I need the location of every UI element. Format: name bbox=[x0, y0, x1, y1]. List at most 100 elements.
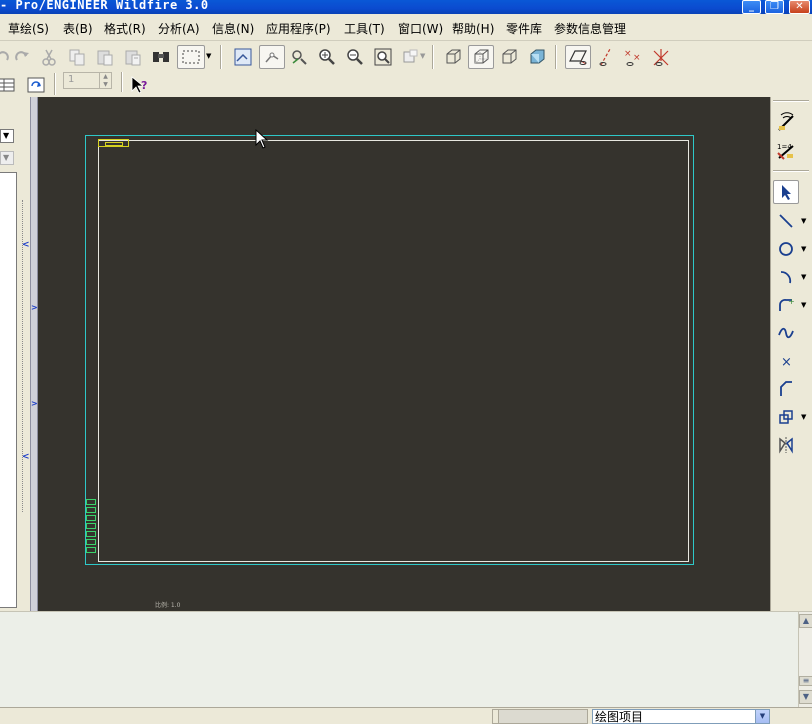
graphics-window[interactable]: 比例: 1.0 bbox=[38, 97, 770, 611]
scroll-thumb[interactable]: ≡ bbox=[799, 676, 812, 686]
cut-icon[interactable] bbox=[37, 45, 61, 69]
datum-points-icon[interactable]: × × bbox=[621, 45, 645, 69]
minimize-button[interactable]: _ bbox=[742, 0, 761, 14]
menu-help[interactable]: 帮助(H) bbox=[452, 20, 494, 37]
sheet-number-spinner[interactable]: 1 ▲ ▼ bbox=[63, 72, 112, 89]
separator bbox=[54, 73, 56, 95]
offset-edge-icon[interactable] bbox=[773, 405, 799, 429]
svg-text:+: + bbox=[788, 297, 795, 306]
sketch-toolbar: 1=4 ▼ ▼ ▼ + ▼ × ▼ bbox=[770, 97, 812, 611]
refit-icon[interactable] bbox=[371, 45, 395, 69]
mouse-cursor-icon bbox=[255, 128, 269, 152]
table-icon[interactable] bbox=[0, 73, 18, 97]
scale-label: 比例: 1.0 bbox=[155, 602, 181, 609]
select-arrow-icon[interactable] bbox=[773, 180, 799, 204]
message-area: ▲ ≡ ▼ bbox=[0, 611, 812, 708]
expand-arrow-icon[interactable]: > bbox=[31, 303, 38, 312]
copy-icon[interactable] bbox=[65, 45, 89, 69]
menu-analysis[interactable]: 分析(A) bbox=[158, 20, 200, 37]
collapse-arrow-icon[interactable]: < bbox=[22, 452, 30, 462]
arc-icon[interactable] bbox=[773, 265, 799, 289]
expand-arrow-icon[interactable]: > bbox=[31, 399, 38, 408]
line-dropdown-icon[interactable]: ▼ bbox=[801, 217, 806, 225]
collapse-arrow-icon[interactable]: < bbox=[22, 240, 30, 250]
model-tree[interactable] bbox=[0, 172, 17, 608]
spin-center-icon[interactable] bbox=[259, 45, 285, 69]
menu-window[interactable]: 窗口(W) bbox=[398, 20, 443, 37]
status-pane bbox=[498, 709, 588, 724]
point-icon[interactable]: × bbox=[773, 349, 799, 373]
chamfer-icon[interactable] bbox=[773, 377, 799, 401]
fillet-dropdown-icon[interactable]: ▼ bbox=[801, 301, 806, 309]
close-button[interactable]: ✕ bbox=[789, 0, 810, 14]
svg-text:×: × bbox=[781, 355, 792, 370]
menu-parameter-info[interactable]: 参数信息管理 bbox=[554, 20, 626, 37]
zoom-out-icon[interactable] bbox=[343, 45, 367, 69]
offset-dropdown-icon[interactable]: ▼ bbox=[801, 413, 806, 421]
zoom-in-icon[interactable] bbox=[315, 45, 339, 69]
spline-icon[interactable] bbox=[773, 321, 799, 345]
paste-icon[interactable] bbox=[93, 45, 117, 69]
select-box-icon[interactable] bbox=[177, 45, 205, 69]
saved-views-dropdown-icon[interactable]: ▼ bbox=[420, 52, 425, 60]
fillet-icon[interactable]: + bbox=[773, 293, 799, 317]
navigator-filter-dropdown[interactable]: ▼ bbox=[0, 151, 14, 165]
wireframe-icon[interactable] bbox=[441, 45, 465, 69]
arc-dropdown-icon[interactable]: ▼ bbox=[801, 273, 806, 281]
window-title: - Pro/ENGINEER Wildfire 3.0 bbox=[0, 0, 209, 12]
menu-info[interactable]: 信息(N) bbox=[212, 20, 254, 37]
line-icon[interactable] bbox=[773, 209, 799, 233]
update-table-icon[interactable] bbox=[24, 73, 48, 97]
navigator-splitter[interactable]: > > bbox=[30, 97, 38, 611]
sheet-tag bbox=[98, 139, 129, 147]
menu-bar: 草绘(S) 表(B) 格式(R) 分析(A) 信息(N) 应用程序(P) 工具(… bbox=[0, 14, 812, 41]
separator bbox=[432, 45, 434, 69]
find-icon[interactable] bbox=[149, 45, 173, 69]
title-bar: - Pro/ENGINEER Wildfire 3.0 _ ❐ ✕ bbox=[0, 0, 812, 14]
select-dropdown-icon[interactable]: ▼ bbox=[206, 52, 211, 60]
svg-text:×: × bbox=[633, 53, 641, 63]
filter-dropdown-icon[interactable]: ▼ bbox=[755, 710, 769, 723]
separator bbox=[555, 45, 557, 69]
menu-sketch[interactable]: 草绘(S) bbox=[8, 20, 49, 37]
menu-tools[interactable]: 工具(T) bbox=[344, 20, 385, 37]
repaint-icon[interactable] bbox=[231, 45, 255, 69]
coordinate-systems-icon[interactable] bbox=[649, 45, 673, 69]
proe-window: - Pro/ENGINEER Wildfire 3.0 _ ❐ ✕ 草绘(S) … bbox=[0, 0, 812, 724]
dimension-toggle-icon[interactable]: 1=4 bbox=[773, 139, 799, 163]
menu-part-library[interactable]: 零件库 bbox=[506, 20, 542, 37]
constraints-toggle-icon[interactable] bbox=[773, 111, 799, 135]
drawing-frame bbox=[98, 140, 689, 562]
selection-filter[interactable]: 绘图项目 ▼ bbox=[592, 709, 770, 724]
dropdown-arrow-icon: ▼ bbox=[3, 153, 10, 162]
revision-block bbox=[85, 497, 98, 561]
separator bbox=[773, 170, 809, 172]
mirror-icon[interactable] bbox=[773, 433, 799, 457]
menu-applications[interactable]: 应用程序(P) bbox=[266, 20, 331, 37]
navigator-dropdown[interactable]: ▼ bbox=[0, 129, 14, 143]
menu-format[interactable]: 格式(R) bbox=[104, 20, 146, 37]
datum-axes-icon[interactable] bbox=[594, 45, 618, 69]
datum-planes-icon[interactable] bbox=[565, 45, 591, 69]
no-hidden-icon[interactable] bbox=[497, 45, 521, 69]
paste-special-icon[interactable] bbox=[121, 45, 145, 69]
message-scrollbar[interactable]: ▲ ≡ ▼ bbox=[798, 612, 812, 708]
shading-icon[interactable] bbox=[525, 45, 549, 69]
restore-button[interactable]: ❐ bbox=[765, 0, 784, 14]
circle-icon[interactable] bbox=[773, 237, 799, 261]
separator bbox=[220, 45, 222, 69]
spinner-arrows-icon[interactable]: ▲ ▼ bbox=[99, 73, 111, 89]
orient-mode-icon[interactable] bbox=[287, 45, 311, 69]
separator bbox=[121, 72, 123, 92]
svg-text:?: ? bbox=[141, 79, 147, 92]
circle-dropdown-icon[interactable]: ▼ bbox=[801, 245, 806, 253]
redo-icon[interactable] bbox=[10, 45, 34, 69]
scroll-down-icon[interactable]: ▼ bbox=[799, 690, 812, 704]
hidden-line-icon[interactable] bbox=[468, 45, 494, 69]
scroll-up-icon[interactable]: ▲ bbox=[799, 614, 812, 628]
sheet-number-value: 1 bbox=[68, 74, 75, 85]
context-help-icon[interactable]: ? bbox=[128, 73, 152, 97]
separator bbox=[773, 100, 809, 102]
dropdown-arrow-icon: ▼ bbox=[3, 131, 10, 140]
menu-table[interactable]: 表(B) bbox=[63, 20, 93, 37]
